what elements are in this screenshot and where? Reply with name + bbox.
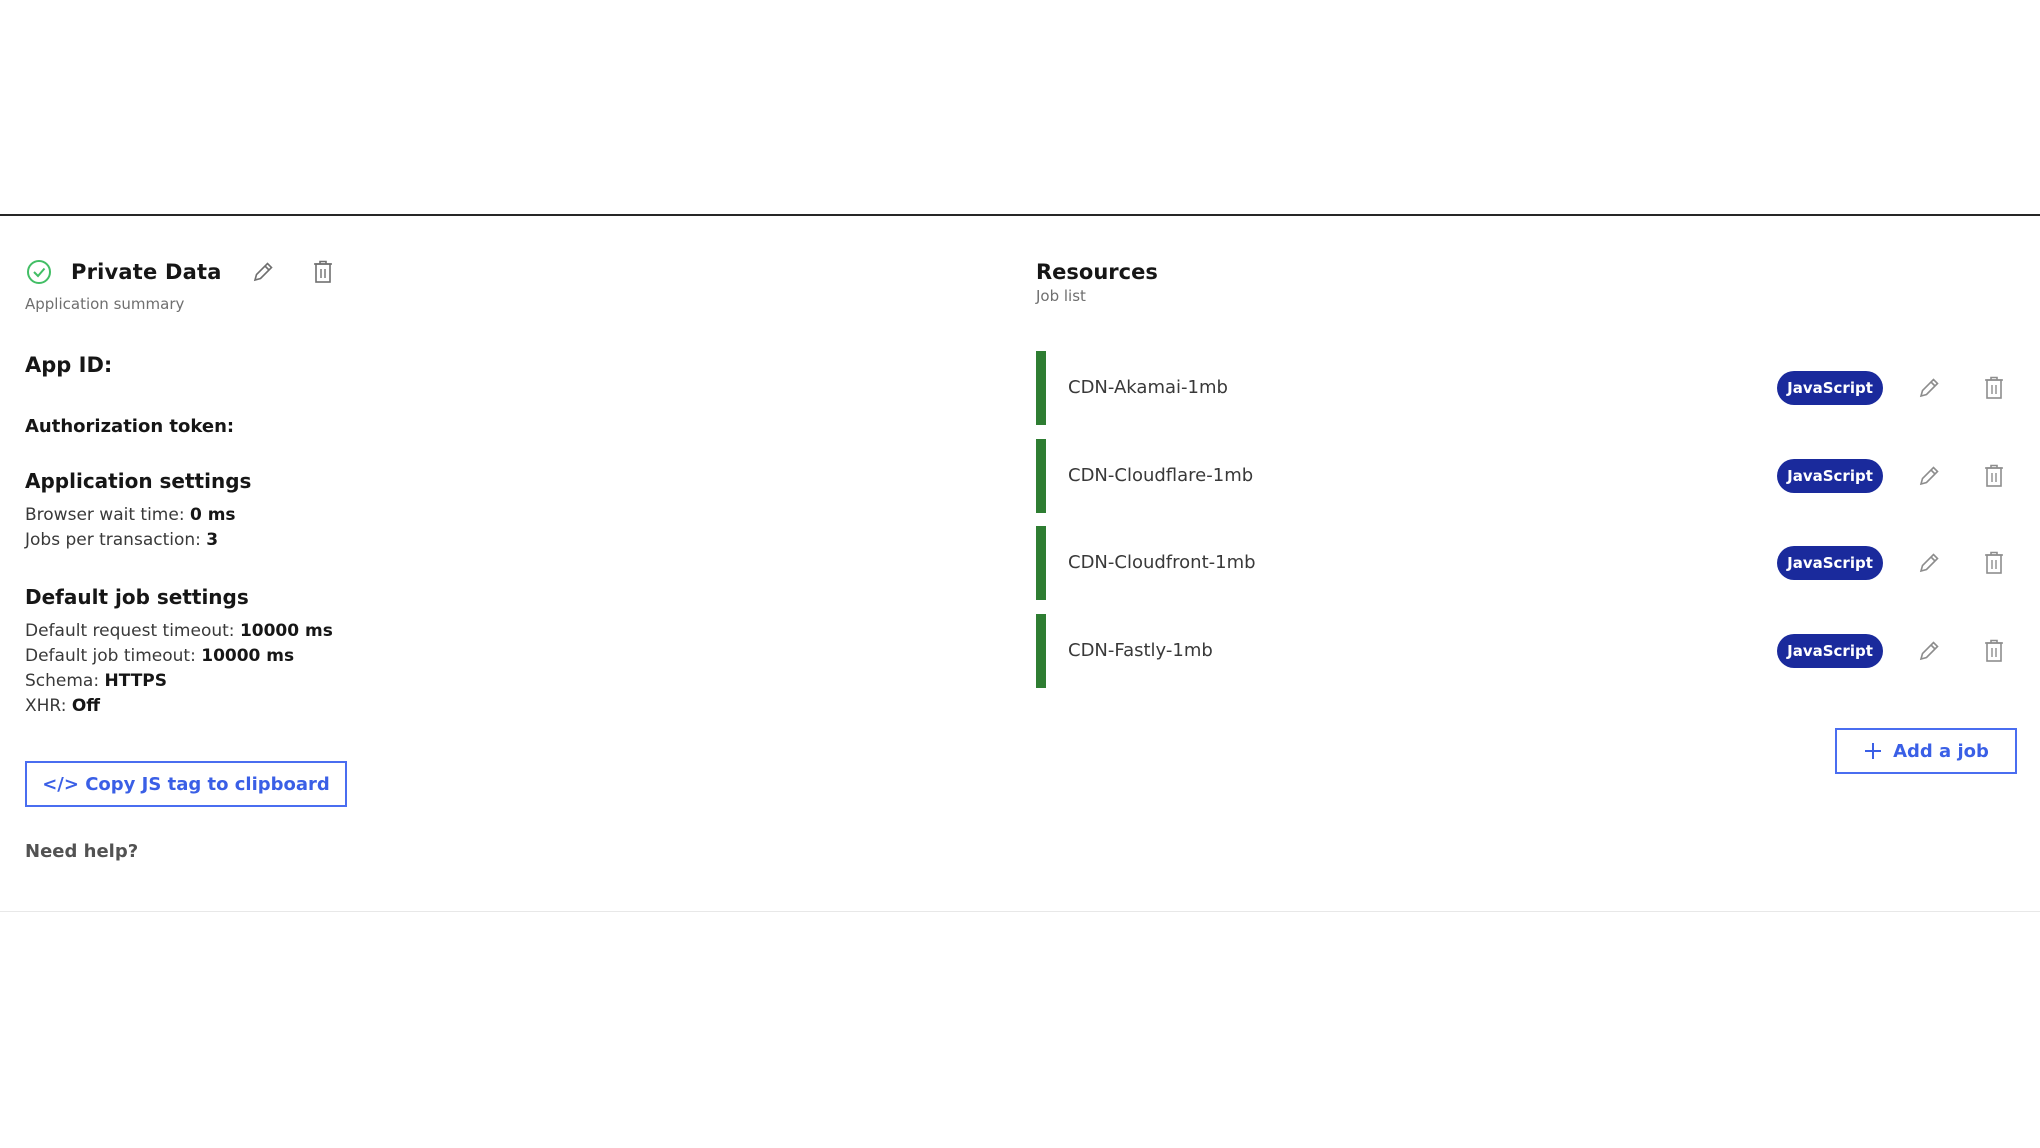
edit-job-pencil-icon[interactable]	[1916, 550, 1942, 576]
default-job-timeout-label: Default job timeout:	[25, 646, 196, 666]
app-title-row: Private Data	[25, 252, 925, 292]
jobs-per-transaction: Jobs per transaction: 3	[25, 528, 925, 553]
jobs-per-transaction-value: 3	[206, 530, 219, 550]
delete-app-trash-icon[interactable]	[312, 259, 334, 285]
job-row[interactable]: CDN-Fastly-1mb JavaScript	[1036, 614, 2016, 688]
job-name[interactable]: CDN-Cloudfront-1mb	[1068, 526, 1256, 600]
schema: Schema: HTTPS	[25, 669, 925, 694]
delete-job-trash-icon[interactable]	[1983, 463, 2005, 489]
job-type-badge: JavaScript	[1777, 634, 1883, 668]
job-row[interactable]: CDN-Akamai-1mb JavaScript	[1036, 351, 2016, 425]
xhr: XHR: Off	[25, 694, 925, 719]
application-panel: Private Data Application summary App ID:…	[0, 216, 2040, 912]
authorization-token-label: Authorization token:	[25, 416, 235, 437]
app-title: Private Data	[71, 260, 222, 284]
browser-wait-value: 0 ms	[189, 505, 236, 525]
default-job-timeout-value: 10000 ms	[201, 646, 295, 666]
delete-job-trash-icon[interactable]	[1983, 638, 2005, 664]
jobs-per-transaction-label: Jobs per transaction:	[25, 530, 201, 550]
job-row[interactable]: CDN-Cloudfront-1mb JavaScript	[1036, 526, 2016, 600]
app-subtitle: Application summary	[25, 295, 185, 313]
job-status-bar	[1036, 439, 1046, 513]
job-name[interactable]: CDN-Akamai-1mb	[1068, 351, 1228, 425]
edit-app-pencil-icon[interactable]	[250, 259, 276, 285]
browser-wait-label: Browser wait time:	[25, 505, 185, 525]
resources-section: Resources Job list CDN-Akamai-1mb JavaSc…	[1036, 252, 2017, 774]
job-status-bar	[1036, 351, 1046, 425]
job-name[interactable]: CDN-Fastly-1mb	[1068, 614, 1213, 688]
xhr-value: Off	[71, 696, 101, 716]
top-blank-area	[0, 0, 2040, 216]
job-type-badge: JavaScript	[1777, 459, 1883, 493]
app-id-label: App ID:	[25, 353, 113, 377]
edit-job-pencil-icon[interactable]	[1916, 463, 1942, 489]
default-request-timeout-value: 10000 ms	[239, 621, 333, 641]
browser-wait-time: Browser wait time: 0 ms	[25, 503, 925, 528]
application-settings-title: Application settings	[25, 469, 252, 493]
add-job-label: Add a job	[1893, 740, 1989, 762]
schema-label: Schema:	[25, 671, 100, 691]
resources-subtitle: Job list	[1036, 287, 1086, 305]
plus-icon	[1865, 743, 1882, 759]
job-name[interactable]: CDN-Cloudflare-1mb	[1068, 439, 1253, 513]
application-summary: Private Data Application summary App ID:…	[25, 252, 925, 862]
edit-job-pencil-icon[interactable]	[1916, 375, 1942, 401]
xhr-label: XHR:	[25, 696, 67, 716]
job-type-badge: JavaScript	[1777, 546, 1883, 580]
default-job-timeout: Default job timeout: 10000 ms	[25, 644, 925, 669]
job-row[interactable]: CDN-Cloudflare-1mb JavaScript	[1036, 439, 2016, 513]
resources-title: Resources	[1036, 260, 1158, 284]
delete-job-trash-icon[interactable]	[1983, 550, 2005, 576]
edit-job-pencil-icon[interactable]	[1916, 638, 1942, 664]
copy-js-tag-button[interactable]: </> Copy JS tag to clipboard	[25, 761, 347, 807]
check-circle-icon	[27, 260, 51, 284]
default-request-timeout: Default request timeout: 10000 ms	[25, 619, 925, 644]
job-status-bar	[1036, 526, 1046, 600]
schema-value: HTTPS	[104, 671, 167, 691]
add-job-button[interactable]: Add a job	[1835, 728, 2017, 774]
job-status-bar	[1036, 614, 1046, 688]
delete-job-trash-icon[interactable]	[1983, 375, 2005, 401]
default-job-settings-title: Default job settings	[25, 585, 249, 609]
job-type-badge: JavaScript	[1777, 371, 1883, 405]
default-request-timeout-label: Default request timeout:	[25, 621, 235, 641]
need-help-link[interactable]: Need help?	[25, 841, 925, 862]
